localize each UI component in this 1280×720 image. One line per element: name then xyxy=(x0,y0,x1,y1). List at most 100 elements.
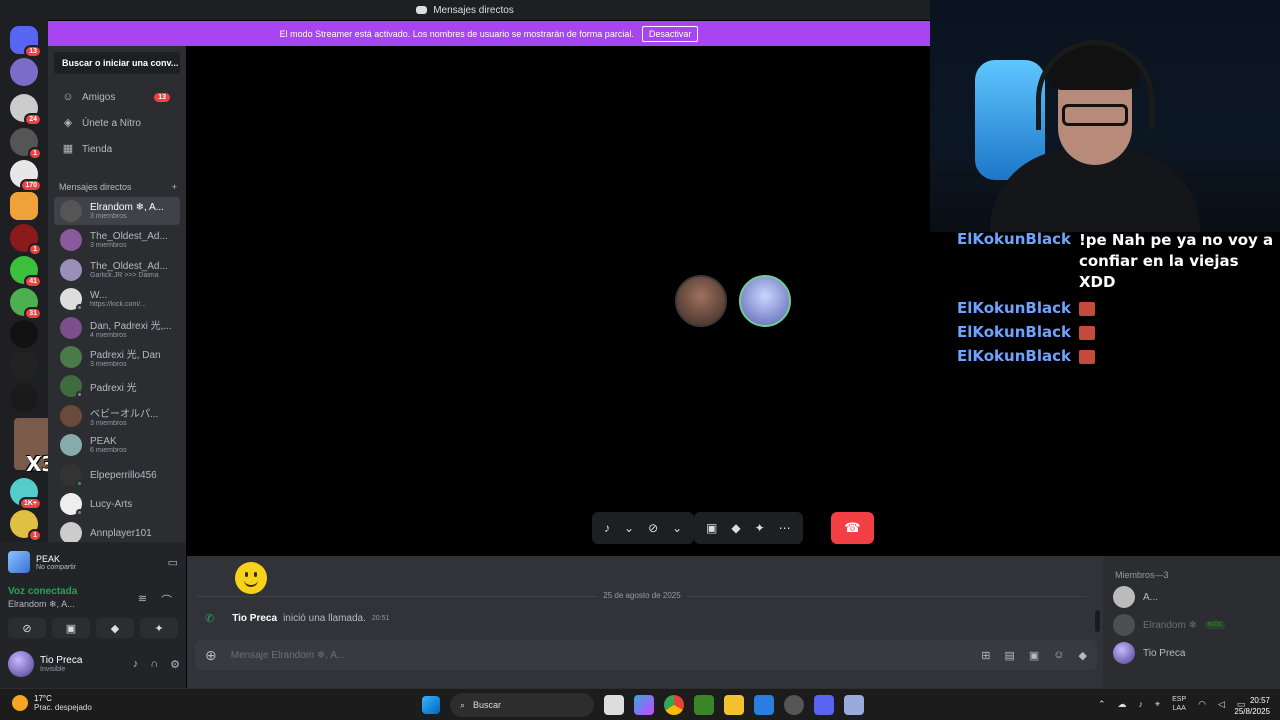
message-input[interactable]: ⊕ Mensaje Elrandom ❄, A... ⊞ ▤ ▣ ☺ ◆ xyxy=(195,640,1097,670)
dm-item[interactable]: The_Oldest_Ad... 3 miembros xyxy=(54,226,180,254)
time: 20:57 xyxy=(1249,696,1270,705)
weather-widget[interactable]: 17°C Prac. despejado xyxy=(12,694,92,712)
microphone-icon[interactable]: ♪ xyxy=(133,658,139,671)
clock[interactable]: 20:57 25/8/2025 xyxy=(1234,695,1270,717)
add-dm-icon[interactable]: + xyxy=(172,182,177,192)
dm-item[interactable]: Padrexi 光, Dan 3 miembros xyxy=(54,343,180,371)
nav-friends[interactable]: ☺ Amigos 13 xyxy=(54,86,180,108)
gift-icon[interactable]: ⊞ xyxy=(981,649,990,662)
camera-off-icon[interactable]: ⊘ xyxy=(648,521,658,535)
chat-area: 25 de agosto de 2025 ✆ Tio Preca inició … xyxy=(187,556,1103,688)
dm-item[interactable]: Padrexi 光 xyxy=(54,372,180,400)
app-icon[interactable] xyxy=(844,695,864,715)
server-icon[interactable]: 1 xyxy=(10,224,42,256)
participant-avatar[interactable] xyxy=(739,275,791,327)
server-icon[interactable]: 170 xyxy=(10,160,42,192)
hang-up-button[interactable]: ☎ xyxy=(831,512,874,544)
store-icon[interactable] xyxy=(754,695,774,715)
settings-icon[interactable]: ⚙ xyxy=(170,658,180,671)
dm-item[interactable]: Elpeperrillo456 xyxy=(54,461,180,489)
activity-icon[interactable]: ◆ xyxy=(731,521,740,535)
noise-suppression-icon[interactable]: ≋ xyxy=(138,592,147,608)
cloud-icon[interactable]: ☁ xyxy=(1118,699,1127,710)
screen-share-icon[interactable]: ▭ xyxy=(168,556,178,569)
minecraft-icon[interactable] xyxy=(694,695,714,715)
wifi-icon[interactable]: ◠ xyxy=(1198,699,1206,710)
server-icon[interactable]: 1 xyxy=(10,128,42,160)
avatar xyxy=(60,229,82,251)
chevron-down-icon[interactable]: ⌄ xyxy=(624,521,634,535)
member-item[interactable]: Elrandom ❄ KICK xyxy=(1113,614,1225,636)
volume-icon[interactable]: ◁ xyxy=(1218,699,1225,710)
nav-shop[interactable]: ▦ Tienda xyxy=(54,138,180,160)
server-icon[interactable]: 41 xyxy=(10,256,42,288)
window-title: Mensajes directos xyxy=(433,4,514,16)
dm-item[interactable]: PEAK 6 miembros xyxy=(54,431,180,459)
dm-item[interactable]: Lucy-Arts xyxy=(54,490,180,518)
taskbar-search[interactable]: ⌕ Buscar xyxy=(450,693,594,717)
microphone-icon[interactable]: ♪ xyxy=(1139,699,1144,709)
member-item[interactable]: A... xyxy=(1113,586,1158,608)
emote-icon xyxy=(1078,302,1095,316)
avatar xyxy=(60,288,83,311)
copilot-icon[interactable] xyxy=(634,695,654,715)
dm-item[interactable]: W... https://kick.com/... xyxy=(54,285,180,313)
participant-avatar[interactable] xyxy=(675,275,727,327)
call-message: ✆ Tio Preca inició una llamada. 20:51 xyxy=(205,612,389,625)
microphone-icon[interactable]: ♪ xyxy=(604,521,610,535)
dm-item[interactable]: The_Oldest_Ad... Garlick.JR >>> Daima xyxy=(54,256,180,284)
disconnect-icon[interactable]: ⌒ xyxy=(161,592,172,608)
server-icon[interactable] xyxy=(10,384,38,412)
dm-item[interactable]: ベビーオルパ... 3 miembros xyxy=(54,402,180,430)
avatar[interactable] xyxy=(8,651,34,677)
language-indicator[interactable]: ESP LAA xyxy=(1172,695,1186,713)
dm-item[interactable]: Elrandom ❄, A... 3 miembros xyxy=(54,197,180,225)
chevron-down-icon[interactable]: ⌄ xyxy=(672,521,682,535)
sticker-icon[interactable]: ▣ xyxy=(1029,649,1039,662)
nav-nitro[interactable]: ◈ Únete a Nitro xyxy=(54,112,180,134)
task-view-icon[interactable] xyxy=(604,695,624,715)
activity-button[interactable]: ◆ xyxy=(96,618,134,638)
dm-item[interactable]: Dan, Padrexi 光,... 4 miembros xyxy=(54,314,180,342)
location-icon[interactable]: ⌖ xyxy=(1155,699,1160,710)
gif-icon[interactable]: ▤ xyxy=(1004,649,1014,662)
server-icon[interactable]: 24 xyxy=(10,94,42,126)
share-screen-icon[interactable]: ▣ xyxy=(706,521,717,535)
dm-name: W... xyxy=(90,290,108,301)
member-item[interactable]: Tio Preca xyxy=(1113,642,1185,664)
server-icon[interactable] xyxy=(10,352,38,380)
server-icon[interactable] xyxy=(10,192,38,220)
temperature: 17°C xyxy=(34,694,52,703)
server-icon[interactable] xyxy=(10,320,38,348)
system-tray: ⌃ ☁ ♪ ⌖ ESP LAA ◠ ◁ ▭ xyxy=(1098,695,1245,713)
windows-start-icon[interactable] xyxy=(422,696,440,714)
deactivate-button[interactable]: Desactivar xyxy=(641,25,699,42)
server-icon[interactable]: 1K+ xyxy=(10,478,42,510)
server-icon[interactable]: 31 xyxy=(10,288,42,320)
chrome-icon[interactable] xyxy=(664,695,684,715)
share-screen-button[interactable]: ▣ xyxy=(52,618,90,638)
emoji-icon[interactable]: ☺ xyxy=(1053,649,1064,662)
search-input[interactable]: Buscar o iniciar una conv... xyxy=(54,52,180,74)
app-icon[interactable] xyxy=(784,695,804,715)
server-icon[interactable]: 1 xyxy=(10,510,42,542)
more-icon[interactable]: ⋯ xyxy=(779,521,791,535)
soundboard-button[interactable]: ✦ xyxy=(140,618,178,638)
home-button[interactable]: 13 xyxy=(10,26,42,58)
overlay-username: ElKokunBlack xyxy=(957,323,1071,341)
camera-off-button[interactable]: ⊘ xyxy=(8,618,46,638)
server-icon[interactable] xyxy=(10,58,38,86)
file-explorer-icon[interactable] xyxy=(724,695,744,715)
headphones-icon[interactable]: ∩ xyxy=(150,658,158,671)
caller-name[interactable]: Tio Preca xyxy=(232,613,277,624)
add-attachment-icon[interactable]: ⊕ xyxy=(205,647,217,664)
discord-taskbar-icon[interactable] xyxy=(814,695,834,715)
user-panel: PEAK No compartir ▭ Voz conectada Elrand… xyxy=(0,542,186,688)
chevron-up-icon[interactable]: ⌃ xyxy=(1098,699,1106,710)
soundboard-icon[interactable]: ✦ xyxy=(755,521,765,535)
scrollbar[interactable] xyxy=(1095,610,1100,632)
dm-name: Padrexi 光, Dan xyxy=(90,350,161,361)
stream-chat-overlay: ElKokunBlack !pe Nah pe ya no voy a conf… xyxy=(957,230,1277,371)
apps-icon[interactable]: ◆ xyxy=(1079,649,1087,662)
date-label: 25 de agosto de 2025 xyxy=(597,591,687,600)
